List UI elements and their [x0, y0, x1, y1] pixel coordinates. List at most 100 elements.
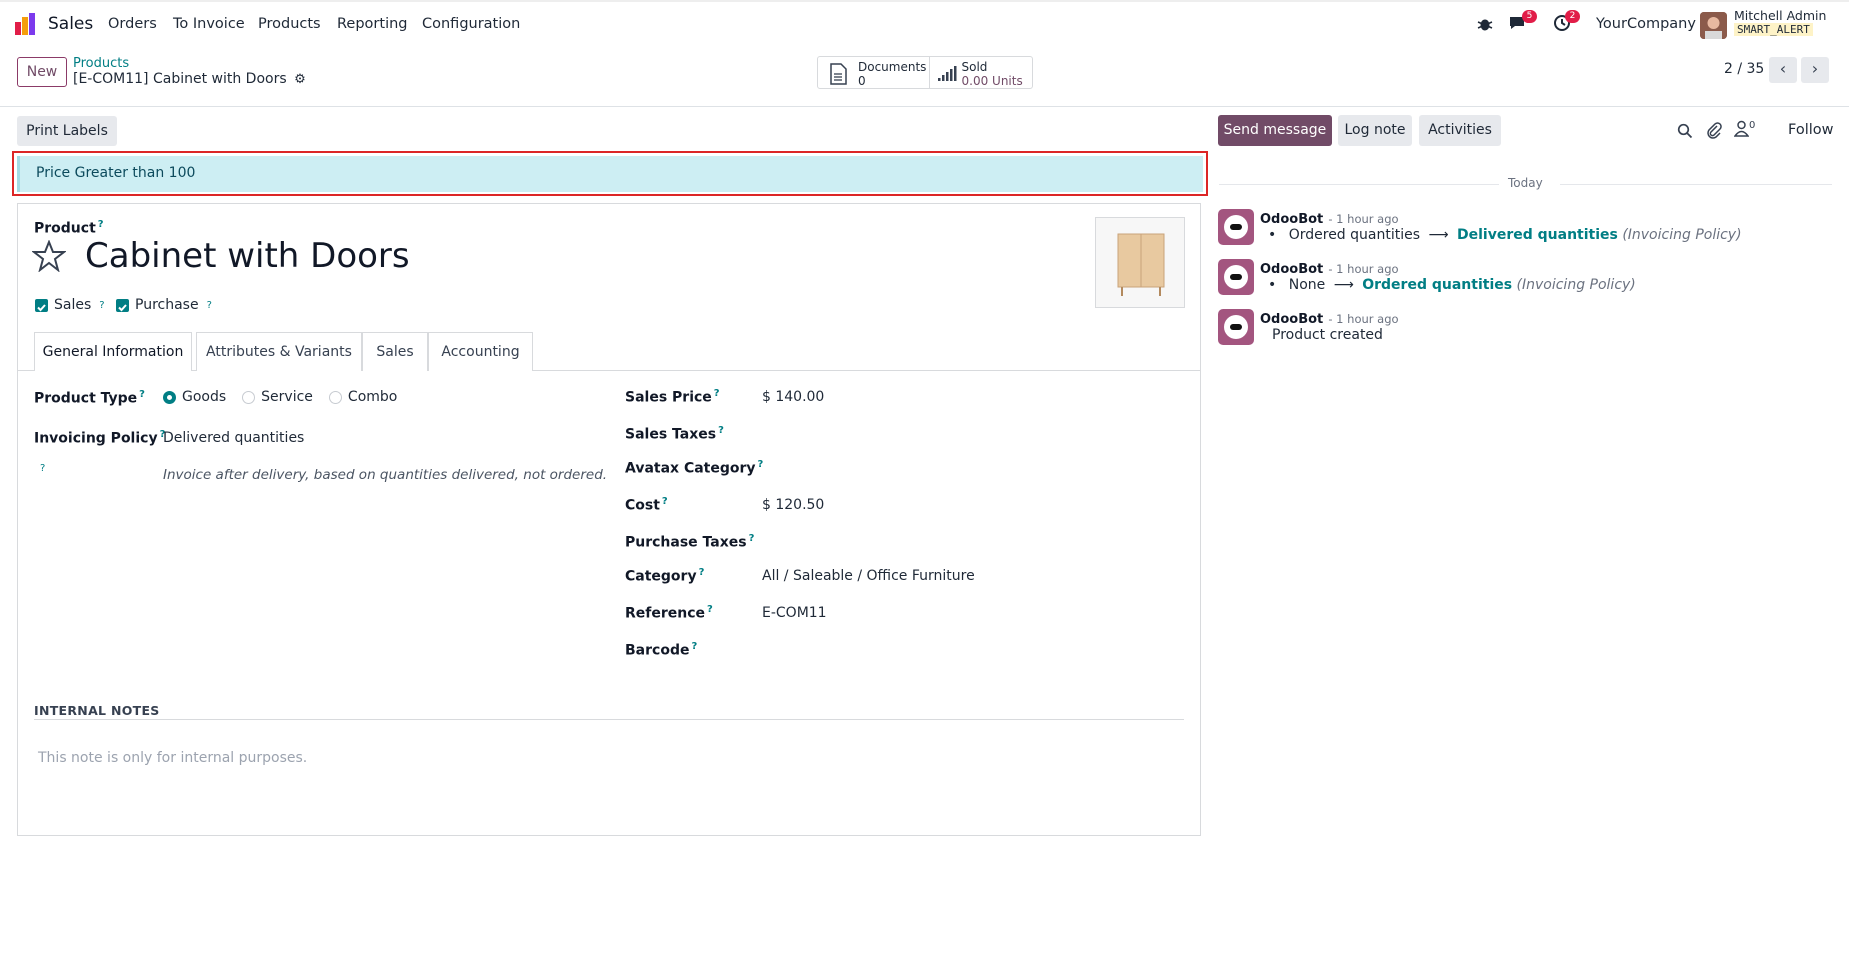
menu-to-invoice[interactable]: To Invoice	[173, 16, 245, 32]
purchase-checkbox-field[interactable]: Purchase?	[116, 297, 212, 313]
message-time: - 1 hour ago	[1328, 312, 1399, 326]
help-icon[interactable]: ?	[699, 567, 705, 578]
cost-value[interactable]: $ 120.50	[762, 497, 824, 513]
radio-combo-label[interactable]: Combo	[348, 389, 397, 405]
menu-configuration[interactable]: Configuration	[422, 16, 520, 32]
follower-user-icon	[1734, 120, 1749, 137]
help-icon[interactable]: ?	[749, 533, 755, 544]
tab-sales[interactable]: Sales	[362, 332, 428, 371]
help-icon[interactable]: ?	[707, 604, 713, 615]
reference-value[interactable]: E-COM11	[762, 605, 827, 621]
sales-checkbox-field[interactable]: Sales?	[35, 297, 105, 313]
category-value[interactable]: All / Saleable / Office Furniture	[762, 568, 975, 584]
product-image[interactable]	[1095, 217, 1185, 308]
radio-service-label[interactable]: Service	[261, 389, 313, 405]
help-icon[interactable]: ?	[38, 462, 45, 481]
internal-notes-header: INTERNAL NOTES	[34, 703, 160, 718]
purchase-checkbox-label: Purchase	[135, 297, 199, 313]
avatax-category-field[interactable]	[762, 459, 1162, 479]
pager-value[interactable]: 2 / 35	[1724, 61, 1764, 77]
cost-label: Cost?	[625, 496, 668, 514]
odoobot-avatar[interactable]	[1218, 259, 1254, 295]
breadcrumb-products[interactable]: Products	[73, 56, 129, 71]
activities-button[interactable]: Activities	[1419, 115, 1501, 146]
message-author[interactable]: OdooBot	[1260, 312, 1323, 327]
purchase-taxes-label-text: Purchase Taxes	[625, 534, 747, 551]
sales-price-label: Sales Price?	[625, 388, 720, 406]
help-icon[interactable]: ?	[718, 425, 724, 436]
message-body: Product created	[1272, 327, 1383, 343]
barcode-field[interactable]	[762, 641, 1162, 661]
database-name: SMART_ALERT	[1734, 23, 1813, 36]
message-author[interactable]: OdooBot	[1260, 212, 1323, 227]
activities-button[interactable]: 2	[1553, 10, 1580, 36]
message-time: - 1 hour ago	[1328, 262, 1399, 276]
help-icon[interactable]: ?	[662, 496, 668, 507]
product-name[interactable]: Cabinet with Doors	[85, 236, 410, 276]
internal-notes-input[interactable]: This note is only for internal purposes.	[38, 750, 307, 766]
sold-label: Sold	[961, 60, 988, 74]
menu-orders[interactable]: Orders	[108, 16, 157, 32]
message-header: OdooBot - 1 hour ago	[1260, 308, 1399, 327]
documents-smart-button[interactable]: Documents 0	[818, 57, 930, 88]
new-button[interactable]: New	[17, 57, 67, 87]
search-icon[interactable]	[1677, 123, 1693, 139]
app-name[interactable]: Sales	[48, 14, 93, 34]
help-icon[interactable]: ?	[207, 300, 212, 311]
user-avatar[interactable]	[1700, 12, 1727, 39]
tracking-change: • Ordered quantities ⟶ Delivered quantit…	[1268, 227, 1742, 243]
gear-icon[interactable]: ⚙	[294, 72, 306, 87]
radio-service[interactable]	[242, 390, 256, 404]
radio-goods-label[interactable]: Goods	[182, 389, 226, 405]
help-icon[interactable]: ?	[714, 388, 720, 399]
followers-button[interactable]: 0	[1734, 120, 1755, 137]
company-switcher[interactable]: YourCompany	[1596, 16, 1696, 32]
debug-bug-icon[interactable]	[1476, 15, 1494, 33]
messages-badge: 5	[1522, 10, 1537, 23]
tab-attributes-variants[interactable]: Attributes & Variants	[196, 332, 362, 371]
radio-combo[interactable]	[328, 390, 342, 404]
help-icon[interactable]: ?	[691, 641, 697, 652]
favorite-star-icon[interactable]	[32, 240, 66, 272]
sales-app-logo-icon[interactable]	[14, 12, 38, 36]
invoicing-policy-label-text: Invoicing Policy	[34, 430, 158, 447]
tab-accounting[interactable]: Accounting	[428, 332, 533, 371]
paperclip-icon[interactable]	[1706, 122, 1722, 139]
message-header: OdooBot - 1 hour ago	[1260, 258, 1399, 277]
user-name[interactable]: Mitchell Admin	[1734, 8, 1826, 23]
purchase-checkbox[interactable]	[116, 298, 129, 312]
follow-button[interactable]: Follow	[1788, 122, 1833, 138]
price-alert-text: Price Greater than 100	[36, 165, 196, 181]
tab-general-information[interactable]: General Information	[34, 332, 192, 371]
print-labels-button[interactable]: Print Labels	[17, 116, 117, 146]
odoobot-avatar[interactable]	[1218, 209, 1254, 245]
sales-taxes-label: Sales Taxes?	[625, 425, 724, 443]
pager-previous-button[interactable]: ‹	[1769, 57, 1797, 83]
messages-button[interactable]: 5	[1508, 10, 1537, 36]
message-time: - 1 hour ago	[1328, 212, 1399, 226]
purchase-taxes-field[interactable]	[762, 533, 1162, 553]
sales-checkbox[interactable]	[35, 298, 48, 312]
log-note-button[interactable]: Log note	[1338, 115, 1412, 146]
help-icon[interactable]: ?	[98, 219, 104, 230]
help-icon[interactable]: ?	[139, 389, 145, 400]
pager-next-button[interactable]: ›	[1801, 57, 1829, 83]
help-icon[interactable]: ?	[99, 300, 104, 311]
menu-products[interactable]: Products	[258, 16, 321, 32]
send-message-button[interactable]: Send message	[1218, 115, 1332, 146]
arrow-right-icon: ⟶	[1333, 277, 1354, 293]
sales-taxes-field[interactable]	[762, 425, 1162, 445]
invoicing-policy-value[interactable]: Delivered quantities	[163, 430, 304, 446]
invoicing-policy-help: Invoice after delivery, based on quantit…	[163, 467, 608, 483]
sales-checkbox-label: Sales	[54, 297, 92, 313]
radio-goods[interactable]	[163, 390, 176, 404]
menu-reporting[interactable]: Reporting	[337, 16, 408, 32]
today-divider-right	[1560, 184, 1832, 185]
barcode-label: Barcode?	[625, 641, 697, 659]
message-author[interactable]: OdooBot	[1260, 262, 1323, 277]
sold-value: 0.00 Units	[961, 74, 1023, 88]
sold-smart-button[interactable]: Sold 0.00 Units	[930, 57, 1033, 88]
sales-price-value[interactable]: $ 140.00	[762, 389, 824, 405]
cabinet-image-icon	[1117, 233, 1165, 296]
odoobot-avatar[interactable]	[1218, 309, 1254, 345]
